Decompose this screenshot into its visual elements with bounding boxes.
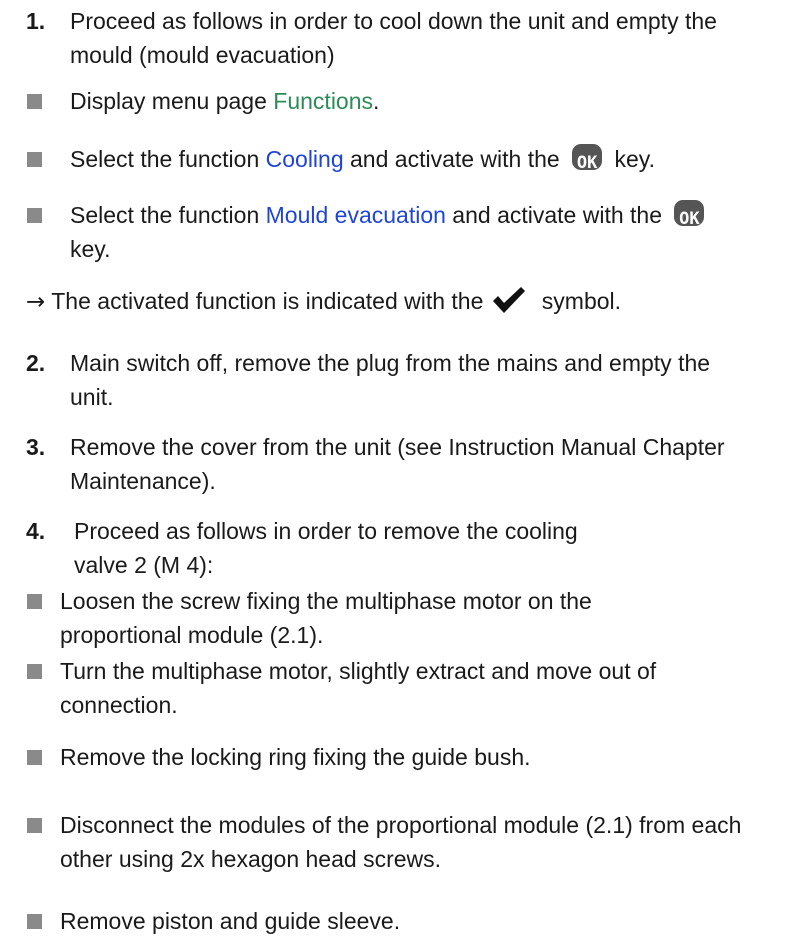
bullet-text: Display menu page Functions. xyxy=(70,88,380,114)
arrow-right-icon: → xyxy=(26,289,46,315)
square-bullet xyxy=(27,664,42,679)
step-number: 1. xyxy=(26,8,46,34)
step-text: Proceed as follows in order to cool down… xyxy=(70,8,717,68)
bullet-text: Disconnect the modules of the proportion… xyxy=(60,812,742,872)
step-number: 4. xyxy=(26,518,46,544)
step-number: 2. xyxy=(26,350,46,376)
square-bullet xyxy=(27,152,42,167)
square-bullet xyxy=(27,818,42,833)
instruction-page: 1. Proceed as follows in order to cool d… xyxy=(0,0,792,952)
functions-link[interactable]: Functions xyxy=(273,88,373,114)
cooling-link[interactable]: Cooling xyxy=(266,146,344,172)
square-bullet xyxy=(27,750,42,765)
ok-key-icon: OK xyxy=(572,144,603,173)
ok-key-icon: OK xyxy=(674,200,705,229)
step-text: Main switch off, remove the plug from th… xyxy=(70,350,711,410)
square-bullet xyxy=(27,94,42,109)
checkmark-icon xyxy=(493,287,526,313)
step-number: 3. xyxy=(26,434,46,460)
bullet-text: Select the function Cooling and activate… xyxy=(70,144,655,173)
bullet-text: Turn the multiphase motor, slightly extr… xyxy=(60,658,657,718)
square-bullet xyxy=(27,914,42,929)
bullet-text: Remove piston and guide sleeve. xyxy=(60,908,401,934)
square-bullet xyxy=(27,594,42,609)
bullet-text: Select the function Mould evacuation and… xyxy=(70,198,792,266)
square-bullet xyxy=(27,208,42,223)
step-text: Remove the cover from the unit (see Inst… xyxy=(70,434,725,494)
bullet-text: Loosen the screw fixing the multiphase m… xyxy=(60,588,592,648)
step-text: Proceed as follows in order to remove th… xyxy=(74,518,578,578)
bullet-text: Remove the locking ring fixing the guide… xyxy=(60,744,531,770)
mould-evacuation-link[interactable]: Mould evacuation xyxy=(266,202,446,228)
